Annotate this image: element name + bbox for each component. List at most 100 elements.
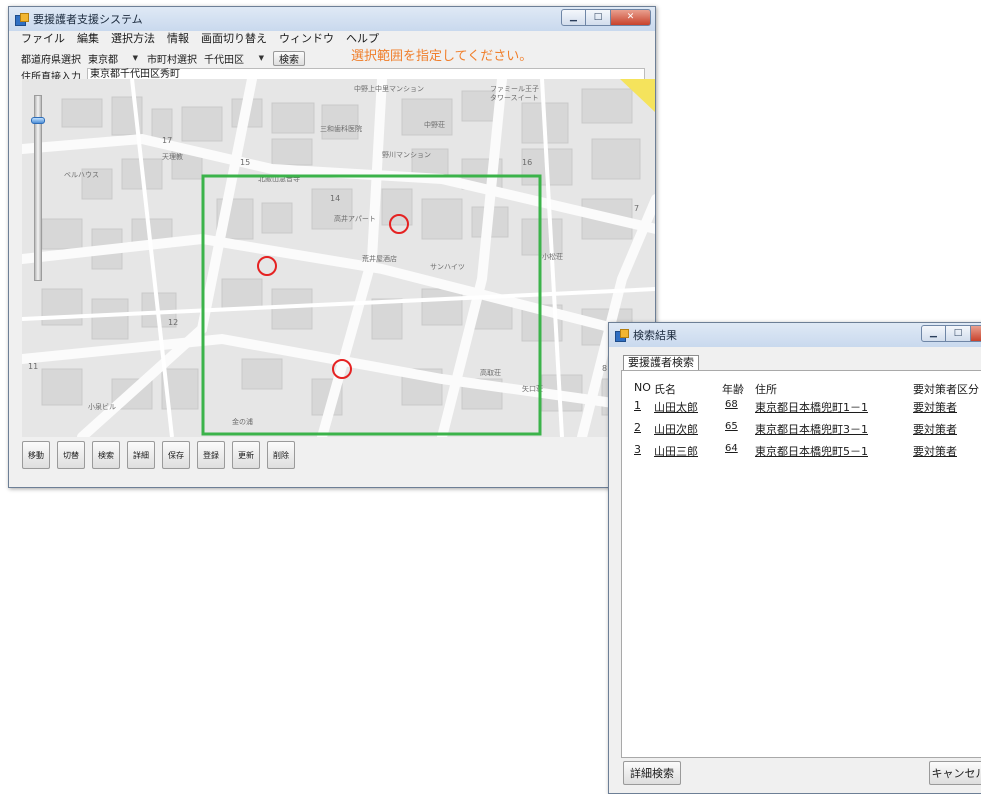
map-block-17: 17 [162, 136, 172, 145]
table-row[interactable]: 2 山田次郎 65 東京都日本橋兜町3－1 要対策者 [622, 421, 981, 439]
menu-bar: ファイル 編集 選択方法 情報 画面切り替え ウィンドウ ヘルプ [9, 29, 655, 47]
row-age[interactable]: 68 [725, 399, 738, 410]
map-block-16: 16 [522, 158, 532, 167]
map-label-sunhights: サンハイツ [430, 263, 465, 271]
menu-info[interactable]: 情報 [167, 30, 189, 46]
prefecture-label: 都道府県選択 [21, 54, 81, 66]
result-window-controls: ▁ □ ✕ [921, 325, 981, 342]
city-label: 市町村選択 [147, 54, 197, 66]
row-category[interactable]: 要対策者 [913, 399, 957, 415]
tab-strip: 要援護者検索 [623, 355, 699, 371]
menu-file[interactable]: ファイル [21, 30, 65, 46]
chevron-down-icon: ▼ [132, 54, 138, 62]
map-label-takai: 高井アパート [334, 214, 376, 223]
action-toolbar: 移動 切替 検索 詳細 保存 登録 更新 削除 [22, 441, 295, 473]
map-view[interactable]: 中野上中里マンション 中野荘 ファミール王子 タワースイート 三和歯科医院 野川… [22, 79, 655, 437]
row-age[interactable]: 64 [725, 443, 738, 454]
register-button[interactable]: 登録 [197, 441, 225, 469]
map-label-fammy: ファミール王子 [490, 85, 539, 93]
map-label-belhouse: ベルハウス [64, 171, 99, 179]
map-block-12: 12 [168, 318, 178, 327]
map-label-mitsuwa: 三和歯科医院 [320, 124, 362, 133]
row-no[interactable]: 2 [634, 421, 641, 434]
row-no[interactable]: 3 [634, 443, 641, 456]
menu-edit[interactable]: 編集 [77, 30, 99, 46]
map-label-fammy-2: タワースイート [490, 93, 539, 102]
results-header: NO 氏名 年齢 住所 要対策者区分 [622, 381, 981, 399]
selection-notice: 選択範囲を指定してください。 [351, 49, 533, 64]
cancel-button[interactable]: キャンセル [929, 761, 981, 785]
maximize-icon[interactable]: □ [946, 325, 971, 342]
header-name: 氏名 [654, 383, 676, 396]
map-canvas: 中野上中里マンション 中野荘 ファミール王子 タワースイート 三和歯科医院 野川… [22, 79, 655, 437]
delete-button[interactable]: 削除 [267, 441, 295, 469]
menu-switch-screen[interactable]: 画面切り替え [201, 30, 267, 46]
search-tool-button[interactable]: 検索 [92, 441, 120, 469]
main-titlebar[interactable]: 要援護者支援システム ▁ □ ✕ [9, 7, 655, 31]
menu-window[interactable]: ウィンドウ [279, 30, 334, 46]
row-name[interactable]: 山田次郎 [654, 421, 698, 437]
map-label-harumi: 高取荘 [480, 368, 501, 377]
detail-button[interactable]: 詳細 [127, 441, 155, 469]
minimize-icon[interactable]: ▁ [921, 325, 946, 342]
row-address[interactable]: 東京都日本橋兜町5－1 [755, 443, 868, 459]
map-label-mansion: 中野上中里マンション [354, 84, 424, 93]
city-select[interactable]: 千代田区 ▼ [201, 50, 267, 66]
result-titlebar[interactable]: 検索結果 ▁ □ ✕ [609, 323, 981, 347]
result-window-title: 検索結果 [633, 329, 677, 342]
main-window-controls: ▁ □ ✕ [561, 9, 651, 26]
search-button[interactable]: 検索 [273, 50, 305, 66]
save-button[interactable]: 保存 [162, 441, 190, 469]
detail-search-button[interactable]: 詳細検索 [623, 761, 681, 785]
table-row[interactable]: 1 山田太郎 68 東京都日本橋兜町1－1 要対策者 [622, 399, 981, 417]
row-address[interactable]: 東京都日本橋兜町3－1 [755, 421, 868, 437]
prefecture-select[interactable]: 東京都 ▼ [85, 50, 141, 66]
row-address[interactable]: 東京都日本橋兜町1－1 [755, 399, 868, 415]
menu-selection-method[interactable]: 選択方法 [111, 30, 155, 46]
map-block-14: 14 [330, 194, 340, 203]
map-label-tenri: 天理教 [162, 152, 183, 161]
update-button[interactable]: 更新 [232, 441, 260, 469]
map-label-nomura: 野川マンション [382, 151, 431, 159]
row-name[interactable]: 山田太郎 [654, 399, 698, 415]
close-icon[interactable]: ✕ [611, 9, 651, 26]
header-no: NO [634, 381, 651, 394]
maximize-icon[interactable]: □ [586, 9, 611, 26]
row-age[interactable]: 65 [725, 421, 738, 432]
filter-row: 都道府県選択 東京都 ▼ 市町村選択 千代田区 ▼ 検索 [9, 47, 655, 69]
close-icon[interactable]: ✕ [971, 325, 981, 342]
row-no[interactable]: 1 [634, 399, 641, 412]
row-category[interactable]: 要対策者 [913, 421, 957, 437]
app-icon [615, 328, 629, 342]
main-window: 要援護者支援システム ▁ □ ✕ ファイル 編集 選択方法 情報 画面切り替え … [8, 6, 656, 488]
app-icon [15, 12, 29, 26]
map-label-kanoura: 金の浦 [232, 417, 253, 426]
header-age: 年齢 [722, 383, 744, 396]
row-name[interactable]: 山田三郎 [654, 443, 698, 459]
result-window: 検索結果 ▁ □ ✕ 要援護者検索 NO 氏名 年齢 住所 要対策者区分 1 山… [608, 322, 981, 794]
results-panel: NO 氏名 年齢 住所 要対策者区分 1 山田太郎 68 東京都日本橋兜町1－1… [621, 370, 981, 758]
prefecture-value: 東京都 [88, 54, 118, 66]
map-block-11: 11 [28, 362, 38, 371]
map-block-7: 7 [634, 204, 639, 213]
minimize-icon[interactable]: ▁ [561, 9, 586, 26]
table-row[interactable]: 3 山田三郎 64 東京都日本橋兜町5－1 要対策者 [622, 443, 981, 461]
main-window-title: 要援護者支援システム [33, 13, 143, 26]
map-label-kohoku: 小松荘 [542, 252, 563, 261]
map-label-arai: 荒井屋酒店 [362, 254, 397, 263]
switch-button[interactable]: 切替 [57, 441, 85, 469]
map-label-nakano: 中野荘 [424, 120, 445, 129]
map-block-8: 8 [602, 364, 607, 373]
tab-requester-search[interactable]: 要援護者検索 [623, 355, 699, 371]
zoom-slider-thumb[interactable] [31, 117, 45, 124]
menu-help[interactable]: ヘルプ [346, 30, 379, 46]
header-category: 要対策者区分 [913, 383, 979, 396]
chevron-down-icon: ▼ [258, 54, 264, 62]
map-block-15: 15 [240, 158, 250, 167]
row-category[interactable]: 要対策者 [913, 443, 957, 459]
move-button[interactable]: 移動 [22, 441, 50, 469]
zoom-slider[interactable] [31, 95, 45, 281]
header-address: 住所 [755, 383, 777, 396]
city-value: 千代田区 [204, 54, 244, 66]
map-label-koizumi: 小泉ビル [88, 402, 116, 411]
